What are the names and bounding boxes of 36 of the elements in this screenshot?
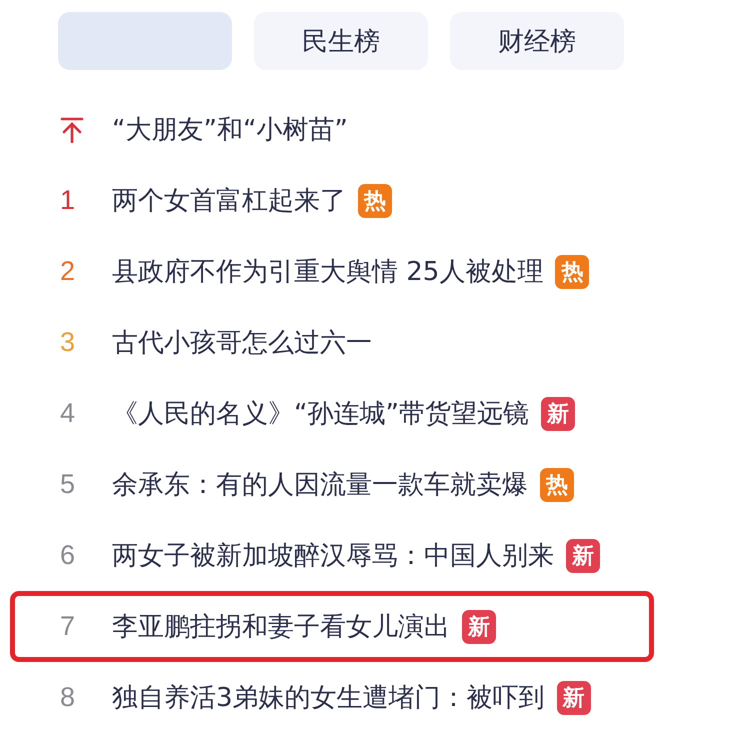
new-badge: 新 bbox=[556, 680, 591, 714]
new-badge: 新 bbox=[540, 396, 575, 430]
tab[interactable]: 民生榜 bbox=[254, 12, 428, 70]
rank-number: 1 bbox=[60, 185, 76, 216]
new-badge: 新 bbox=[566, 538, 600, 572]
list-row[interactable]: 2 县政府不作为引重大舆情 25人被处理 热 bbox=[10, 236, 654, 307]
hot-badge: 热 bbox=[540, 468, 574, 502]
hot-badge: 热 bbox=[358, 184, 392, 218]
headline: 余承东：有的人因流量一款车就卖爆 bbox=[112, 469, 528, 502]
headline: 两女子被新加坡醉汉辱骂：中国人别来 bbox=[112, 540, 554, 573]
tab[interactable] bbox=[58, 12, 232, 70]
rank-number: 7 bbox=[60, 611, 76, 642]
headline: 《人民的名义》“孙连城”带货望远镜 bbox=[112, 398, 529, 431]
headline: 两个女首富杠起来了 bbox=[112, 185, 346, 218]
rank-number: 4 bbox=[60, 398, 76, 429]
tab[interactable]: 财经榜 bbox=[450, 12, 624, 70]
headline: “大朋友”和“小树苗” bbox=[112, 114, 348, 147]
rank-number: 6 bbox=[60, 540, 76, 571]
list-row[interactable]: 5 余承东：有的人因流量一款车就卖爆 热 bbox=[10, 449, 654, 520]
list-row[interactable]: 6 两女子被新加坡醉汉辱骂：中国人别来 新 bbox=[10, 520, 654, 591]
list-row[interactable]: 1 两个女首富杠起来了 热 bbox=[10, 165, 654, 236]
headline: 古代小孩哥怎么过六一 bbox=[112, 327, 372, 360]
headline: 县政府不作为引重大舆情 25人被处理 bbox=[112, 256, 544, 289]
list-row[interactable]: 3 古代小孩哥怎么过六一 bbox=[10, 307, 654, 378]
headline: 独自养活3弟妹的女生遭堵门：被吓到 bbox=[112, 682, 545, 715]
list-row[interactable]: 8 独自养活3弟妹的女生遭堵门：被吓到 新 bbox=[10, 662, 654, 730]
rank-number: 5 bbox=[60, 469, 76, 500]
new-badge: 新 bbox=[462, 610, 496, 644]
rank-number: 2 bbox=[60, 256, 76, 287]
hot-badge: 热 bbox=[555, 254, 590, 288]
list-row[interactable]: “大朋友”和“小树苗” bbox=[10, 94, 654, 165]
headline: 李亚鹏拄拐和妻子看女儿演出 bbox=[112, 611, 450, 644]
highlight-frame[interactable]: 7 李亚鹏拄拐和妻子看女儿演出 新 bbox=[10, 591, 654, 662]
list-row[interactable]: 4 《人民的名义》“孙连城”带货望远镜 新 bbox=[10, 378, 654, 449]
rank-number: 8 bbox=[60, 682, 76, 713]
rank-number: 3 bbox=[60, 327, 76, 358]
